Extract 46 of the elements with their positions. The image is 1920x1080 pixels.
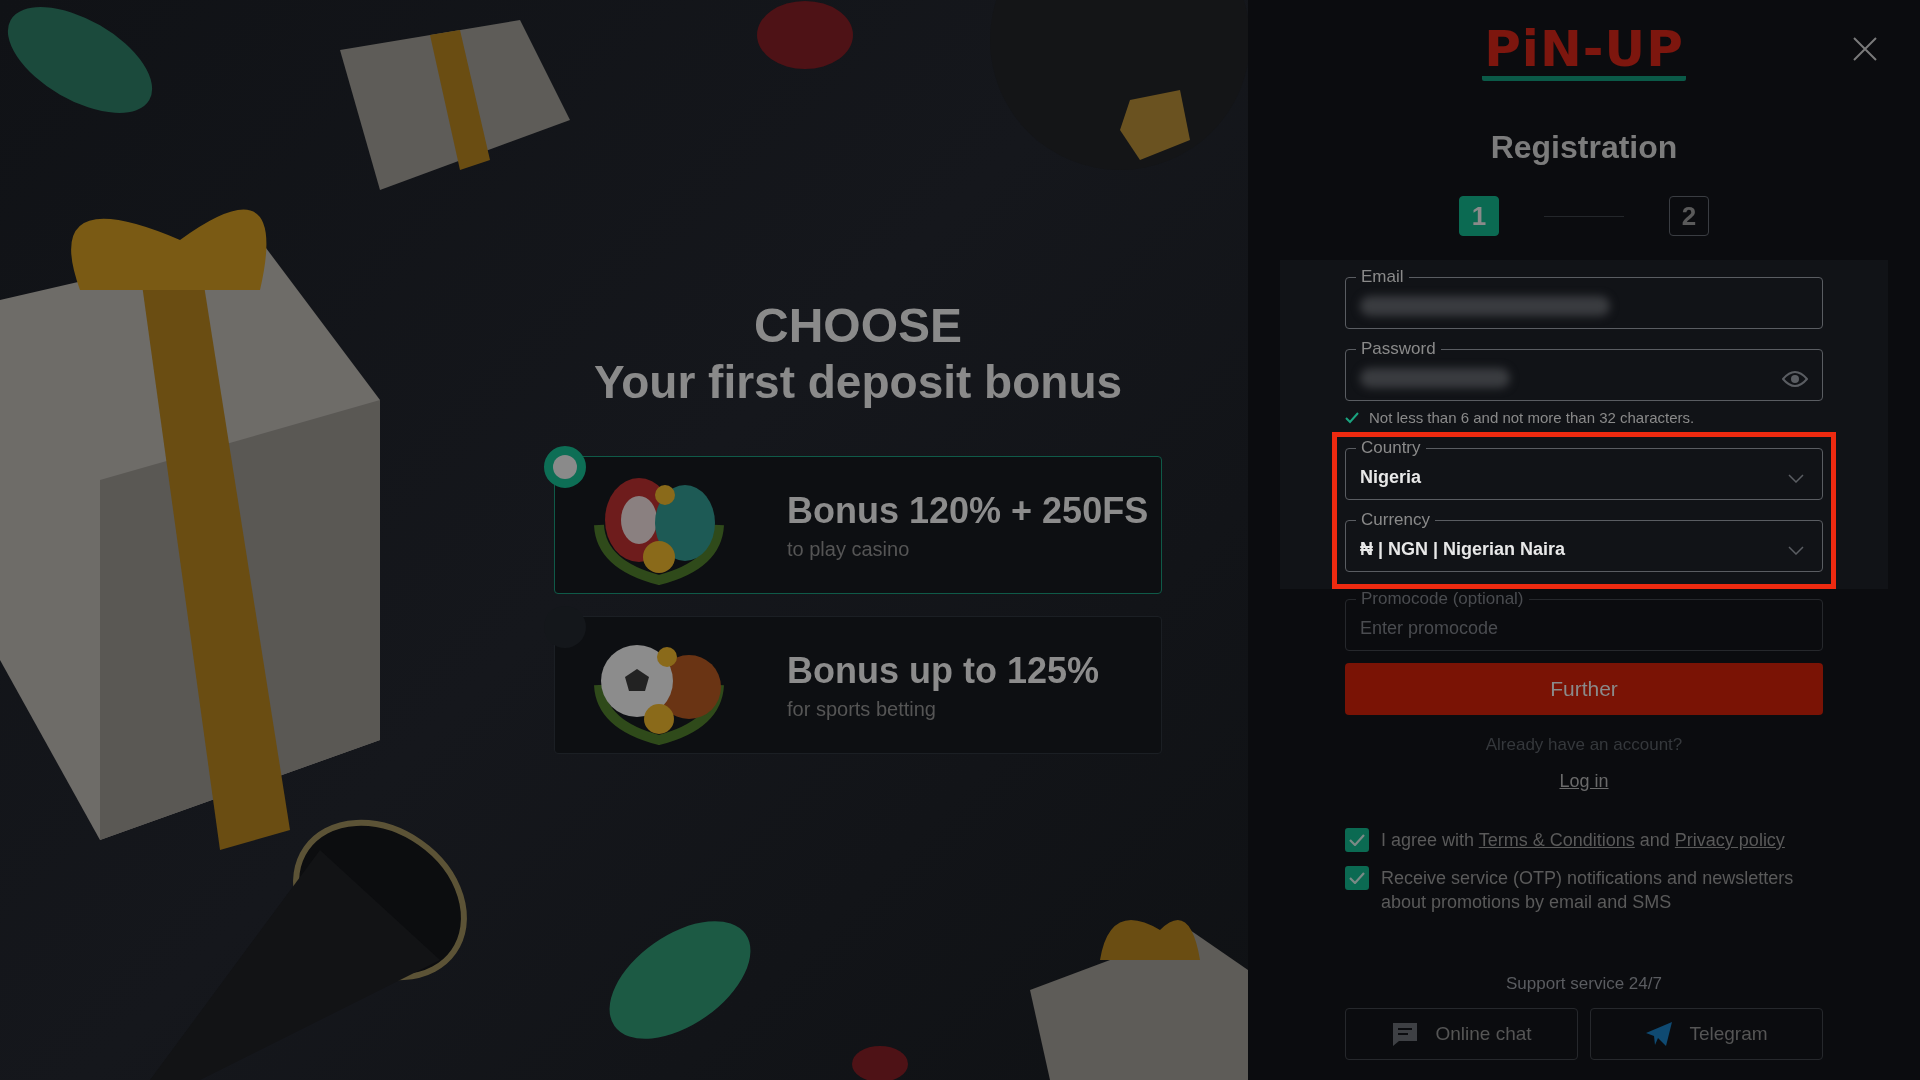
select-field[interactable]: Country Nigeria bbox=[1345, 438, 1823, 500]
registration-title: Registration bbox=[1490, 129, 1678, 166]
close-icon[interactable] bbox=[1852, 36, 1878, 62]
further-button[interactable]: Further bbox=[1345, 663, 1823, 715]
consent-text: I agree with Terms & Conditions and Privacy policy bbox=[1381, 829, 1785, 852]
promo-subheading: Your first deposit bonus bbox=[593, 355, 1123, 410]
bonus-title: Bonus up to 125% bbox=[787, 649, 1100, 692]
select-field[interactable]: Currency ₦ | NGN | Nigerian Naira bbox=[1345, 510, 1823, 572]
caret-icon bbox=[1788, 474, 1804, 483]
field-label: Currency bbox=[1360, 510, 1431, 530]
support-title: Support service 24/7 bbox=[1506, 974, 1662, 994]
select-value: ₦ | NGN | Nigerian Naira bbox=[1360, 539, 1566, 560]
step-indicator: 2 bbox=[1669, 196, 1709, 236]
select-value: Nigeria bbox=[1360, 467, 1422, 488]
policy-link[interactable]: Terms & Conditions bbox=[1478, 830, 1635, 850]
bonus-subtitle: for sports betting bbox=[787, 697, 937, 721]
promocode-input[interactable]: Enter promocode bbox=[1360, 618, 1808, 639]
bonus-option[interactable]: Bonus up to 125% for sports betting bbox=[554, 616, 1162, 754]
field-label: Country bbox=[1360, 438, 1422, 458]
eye-icon[interactable] bbox=[1782, 370, 1808, 388]
support-button[interactable]: Online chat bbox=[1345, 1008, 1578, 1060]
login-link[interactable]: Log in bbox=[1559, 771, 1609, 792]
bonus-option[interactable]: Bonus 120% + 250FS to play casino bbox=[554, 456, 1162, 594]
caret-icon bbox=[1788, 546, 1804, 555]
bonus-subtitle: to play casino bbox=[787, 537, 911, 561]
logo: PiN-UP bbox=[1482, 22, 1686, 81]
email-field[interactable]: Email bbox=[1345, 267, 1823, 329]
radio-button[interactable] bbox=[544, 446, 586, 488]
field-label: Password bbox=[1360, 339, 1437, 359]
check-icon bbox=[1349, 872, 1365, 884]
checkbox[interactable] bbox=[1345, 866, 1369, 890]
check-icon bbox=[1349, 834, 1365, 846]
chat-icon bbox=[1391, 1021, 1420, 1047]
promo-heading: CHOOSE bbox=[754, 298, 962, 354]
checkbox[interactable] bbox=[1345, 828, 1369, 852]
field-label: Promocode (optional) bbox=[1360, 589, 1525, 609]
support-button[interactable]: Telegram bbox=[1590, 1008, 1823, 1060]
field-label: Email bbox=[1360, 267, 1405, 287]
password-hint: Not less than 6 and not more than 32 characters. bbox=[1369, 409, 1695, 426]
paper-plane-icon bbox=[1645, 1021, 1674, 1047]
password-field[interactable]: Password bbox=[1345, 339, 1823, 401]
promocode-field[interactable]: Promocode (optional) Enter promocode bbox=[1345, 589, 1823, 651]
step-indicator: 1 bbox=[1459, 196, 1499, 236]
policy-link[interactable]: Privacy policy bbox=[1674, 830, 1785, 850]
bonus-title: Bonus 120% + 250FS bbox=[787, 489, 1149, 532]
consent-text: Receive service (OTP) notifications and newsletters about promotions by email and SMS bbox=[1381, 867, 1795, 914]
